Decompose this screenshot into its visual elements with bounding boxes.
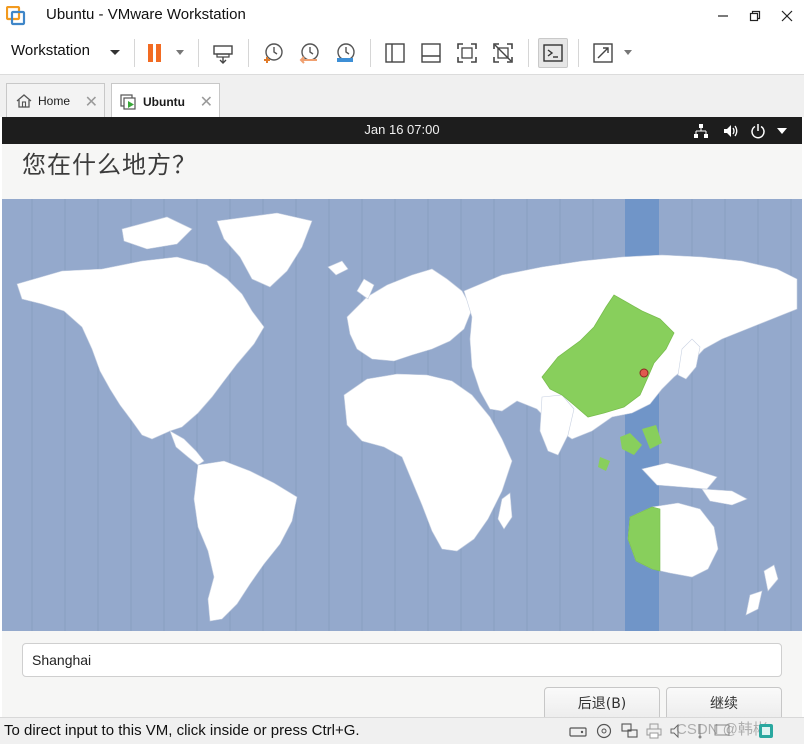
guest-clock[interactable]: Jan 16 07:00	[2, 122, 802, 137]
close-icon[interactable]	[770, 0, 804, 32]
watermark: CSDN @韩彬	[676, 721, 768, 738]
minimize-icon[interactable]	[706, 0, 740, 32]
vmware-logo-icon	[5, 5, 26, 26]
status-bar: To direct input to this VM, click inside…	[0, 717, 804, 744]
unity-icon[interactable]	[488, 38, 518, 68]
main-toolbar: Workstation	[0, 32, 804, 74]
window-title: Ubuntu - VMware Workstation	[46, 6, 246, 23]
vm-running-icon	[120, 93, 138, 111]
cd-dvd-icon[interactable]	[594, 722, 614, 740]
tab-home[interactable]: Home ✕	[6, 83, 105, 118]
tab-label: Home	[38, 94, 71, 108]
window-titlebar: Ubuntu - VMware Workstation	[0, 0, 804, 32]
guest-top-bar: Jan 16 07:00	[2, 117, 802, 144]
toolbar-divider	[578, 39, 579, 67]
close-icon[interactable]: ✕	[85, 92, 98, 112]
timezone-world-map[interactable]	[2, 199, 802, 631]
thumbnail-view-icon[interactable]	[416, 38, 446, 68]
toolbar-divider	[198, 39, 199, 67]
status-message: To direct input to this VM, click inside…	[4, 722, 360, 739]
tab-strip: Home ✕ Ubuntu ✕	[0, 74, 804, 119]
workstation-menu[interactable]: Workstation	[11, 42, 90, 59]
location-marker	[639, 368, 649, 378]
toolbar-divider	[370, 39, 371, 67]
snapshot-take-icon[interactable]	[258, 38, 288, 68]
fullscreen-icon[interactable]	[452, 38, 482, 68]
volume-icon[interactable]	[722, 122, 740, 140]
restore-icon[interactable]	[738, 0, 772, 32]
vm-console[interactable]: Jan 16 07:00 您在什么地方？ Shanghai 后退(B) 继续	[2, 117, 802, 717]
snapshot-manager-icon[interactable]	[330, 38, 360, 68]
send-ctrl-alt-del-icon[interactable]	[208, 38, 238, 68]
snapshot-revert-icon[interactable]	[294, 38, 324, 68]
chevron-down-icon[interactable]	[110, 50, 120, 55]
toolbar-divider	[528, 39, 529, 67]
tab-label: Ubuntu	[143, 94, 185, 109]
home-icon	[15, 92, 33, 110]
vmware-tools-icon[interactable]	[756, 722, 776, 740]
back-button[interactable]: 后退(B)	[544, 687, 660, 717]
continue-button[interactable]: 继续	[666, 687, 782, 717]
toolbar-divider	[248, 39, 249, 67]
menu-arrow-icon[interactable]	[773, 122, 791, 140]
chevron-down-icon[interactable]	[176, 50, 184, 55]
library-view-icon[interactable]	[380, 38, 410, 68]
network-adapter-icon[interactable]	[620, 722, 640, 740]
printer-icon[interactable]	[644, 722, 664, 740]
timezone-input[interactable]: Shanghai	[22, 643, 782, 677]
pause-icon[interactable]	[140, 38, 170, 68]
power-icon[interactable]	[749, 122, 767, 140]
tab-ubuntu[interactable]: Ubuntu ✕	[111, 83, 220, 119]
toolbar-divider	[134, 39, 135, 67]
hard-disk-icon[interactable]	[568, 722, 588, 740]
chevron-down-icon[interactable]	[624, 50, 632, 55]
console-view-icon[interactable]	[538, 38, 568, 68]
page-title: 您在什么地方？	[22, 151, 197, 179]
close-icon[interactable]: ✕	[200, 92, 213, 112]
network-icon[interactable]	[692, 122, 710, 140]
stretch-view-icon[interactable]	[588, 38, 618, 68]
